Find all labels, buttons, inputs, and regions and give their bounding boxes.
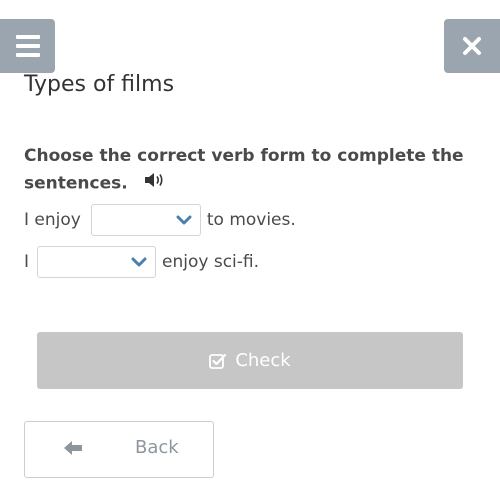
close-x-icon bbox=[463, 37, 481, 55]
menu-button[interactable] bbox=[0, 19, 55, 73]
close-button[interactable] bbox=[444, 19, 500, 73]
page-title: Types of films bbox=[24, 72, 175, 97]
check-button[interactable]: Check bbox=[37, 332, 463, 389]
hamburger-menu-icon bbox=[15, 35, 40, 39]
verb-select-1[interactable] bbox=[90, 204, 201, 236]
chevron-down-icon bbox=[176, 215, 192, 225]
back-label: Back bbox=[135, 437, 179, 458]
instruction-text: Choose the correct verb form to complete… bbox=[24, 143, 464, 198]
check-label: Check bbox=[235, 350, 291, 371]
verb-select-2[interactable] bbox=[37, 246, 157, 278]
sentence-1-after: to movies. bbox=[206, 210, 296, 230]
speaker-icon[interactable] bbox=[144, 170, 166, 197]
sentence-2-before: I bbox=[24, 252, 30, 272]
sentence-1-before: I enjoy bbox=[24, 210, 81, 230]
arrow-left-icon bbox=[64, 441, 82, 455]
back-button[interactable]: Back bbox=[24, 421, 214, 478]
sentence-2-after: enjoy sci-fi. bbox=[162, 252, 260, 272]
chevron-down-icon bbox=[131, 257, 147, 267]
checkbox-icon bbox=[209, 353, 227, 369]
instruction-label: Choose the correct verb form to complete… bbox=[24, 146, 464, 194]
sentence-1: I enjoy to movies. bbox=[24, 204, 296, 236]
sentence-2: I enjoy sci-fi. bbox=[24, 246, 259, 278]
